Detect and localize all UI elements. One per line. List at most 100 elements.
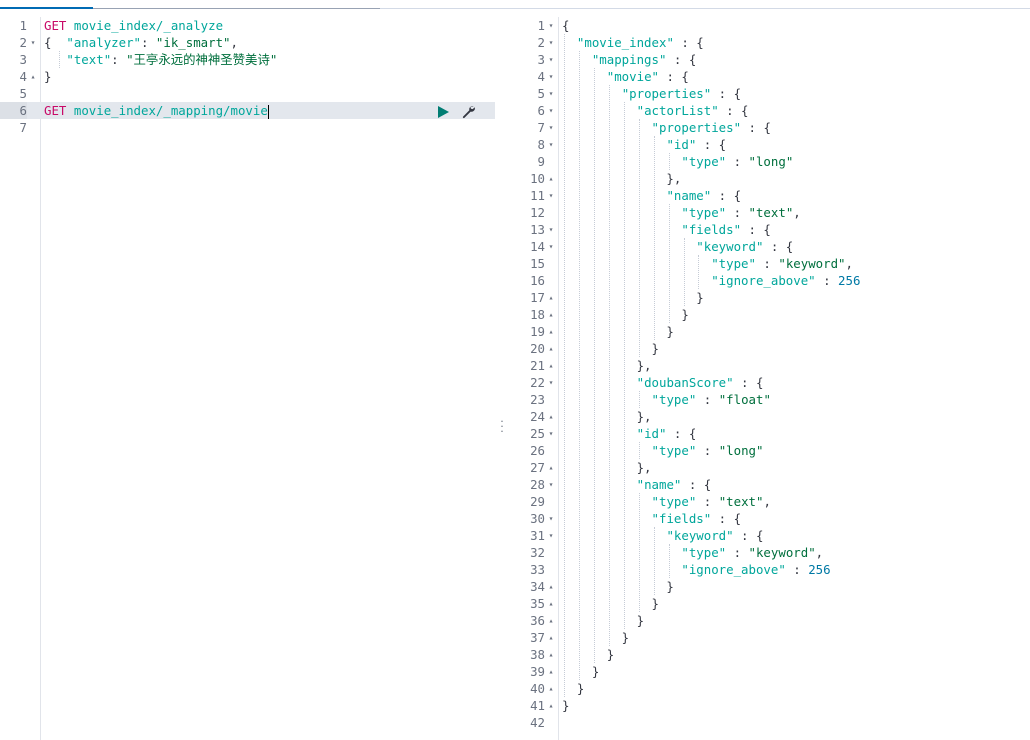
response-line[interactable]: 34 ▴ } (509, 578, 1030, 595)
response-line[interactable]: 12 "type" : "text", (509, 204, 1030, 221)
response-line[interactable]: 42 (509, 714, 1030, 731)
response-line[interactable]: 27 ▴ }, (509, 459, 1030, 476)
fold-caret-down-icon[interactable]: ▾ (546, 187, 556, 204)
response-line[interactable]: 15 "type" : "keyword", (509, 255, 1030, 272)
request-editor[interactable]: 1 GET movie_index/_analyze 2 ▾ { "analyzer":… (0, 17, 495, 740)
response-line[interactable]: 25 ▾ "id" : { (509, 425, 1030, 442)
response-line[interactable]: 16 "ignore_above" : 256 (509, 272, 1030, 289)
json-key: "keyword" (666, 528, 734, 543)
fold-caret-down-icon[interactable]: ▾ (546, 68, 556, 85)
fold-caret-up-icon[interactable]: ▴ (546, 595, 556, 612)
fold-caret-down-icon[interactable]: ▾ (546, 102, 556, 119)
fold-caret-down-icon[interactable]: ▾ (546, 476, 556, 493)
fold-caret-down-icon[interactable]: ▾ (546, 425, 556, 442)
response-line[interactable]: 41 ▴} (509, 697, 1030, 714)
wrench-icon[interactable] (461, 104, 476, 119)
indent-guide (638, 391, 640, 408)
fold-caret-up-icon[interactable]: ▴ (546, 323, 556, 340)
fold-caret-down-icon[interactable]: ▾ (546, 119, 556, 136)
fold-caret-up-icon[interactable]: ▴ (28, 68, 38, 85)
response-line[interactable]: 18 ▴ } (509, 306, 1030, 323)
response-line[interactable]: 35 ▴ } (509, 595, 1030, 612)
response-line[interactable]: 36 ▴ } (509, 612, 1030, 629)
fold-caret-down-icon[interactable]: ▾ (546, 527, 556, 544)
request-line[interactable]: 7 (0, 119, 495, 136)
request-line[interactable]: 6 GET movie_index/_mapping/movie (0, 102, 495, 119)
fold-caret-down-icon[interactable]: ▾ (546, 85, 556, 102)
json-key: "ignore_above" (681, 562, 786, 577)
response-line[interactable]: 4 ▾ "movie" : { (509, 68, 1030, 85)
line-number: 1 (19, 18, 27, 33)
response-line[interactable]: 3 ▾ "mappings" : { (509, 51, 1030, 68)
response-line[interactable]: 14 ▾ "keyword" : { (509, 238, 1030, 255)
response-line[interactable]: 32 "type" : "keyword", (509, 544, 1030, 561)
panel-resizer[interactable]: · · · (495, 17, 509, 740)
response-viewer[interactable]: 1 ▾{2 ▾ "movie_index" : {3 ▾ "mappings" : {… (509, 17, 1030, 740)
fold-caret-down-icon[interactable]: ▾ (28, 34, 38, 51)
fold-caret-down-icon[interactable]: ▾ (546, 51, 556, 68)
response-line[interactable]: 11 ▾ "name" : { (509, 187, 1030, 204)
fold-caret-up-icon[interactable]: ▴ (546, 357, 556, 374)
line-number: 8 (537, 137, 545, 152)
fold-caret-up-icon[interactable]: ▴ (546, 663, 556, 680)
response-line[interactable]: 21 ▴ }, (509, 357, 1030, 374)
response-line[interactable]: 38 ▴ } (509, 646, 1030, 663)
response-line[interactable]: 31 ▾ "keyword" : { (509, 527, 1030, 544)
response-line[interactable]: 22 ▾ "doubanScore" : { (509, 374, 1030, 391)
fold-caret-up-icon[interactable]: ▴ (546, 459, 556, 476)
fold-caret-up-icon[interactable]: ▴ (546, 408, 556, 425)
response-line[interactable]: 10 ▴ }, (509, 170, 1030, 187)
code-text: } (562, 289, 703, 306)
fold-caret-up-icon[interactable]: ▴ (546, 170, 556, 187)
punctuation (562, 52, 592, 67)
fold-caret-up-icon[interactable]: ▴ (546, 306, 556, 323)
response-line[interactable]: 1 ▾ { (509, 17, 1030, 34)
fold-caret-up-icon[interactable]: ▴ (546, 578, 556, 595)
fold-caret-up-icon[interactable]: ▴ (546, 289, 556, 306)
code-text: "actorList" : { (562, 102, 749, 119)
response-line[interactable]: 2 ▾ "movie_index" : { (509, 34, 1030, 51)
response-line[interactable]: 29 "type" : "text", (509, 493, 1030, 510)
fold-caret-up-icon[interactable]: ▴ (546, 697, 556, 714)
response-line[interactable]: 28 ▾ "name" : { (509, 476, 1030, 493)
response-line[interactable]: 23 "type" : "float" (509, 391, 1030, 408)
indent-guide (564, 34, 565, 697)
response-line[interactable]: 6 ▾ "actorList" : { (509, 102, 1030, 119)
response-line[interactable]: 33 "ignore_above" : 256 (509, 561, 1030, 578)
response-line[interactable]: 37 ▴ } (509, 629, 1030, 646)
fold-caret-up-icon[interactable]: ▴ (546, 340, 556, 357)
fold-caret-down-icon[interactable]: ▾ (546, 34, 556, 51)
fold-caret-down-icon[interactable]: ▾ (546, 374, 556, 391)
punctuation: } (44, 69, 52, 84)
fold-caret-down-icon[interactable]: ▾ (546, 136, 556, 153)
response-line[interactable]: 39 ▴ } (509, 663, 1030, 680)
response-line[interactable]: 17 ▴ } (509, 289, 1030, 306)
fold-caret-up-icon[interactable]: ▴ (546, 680, 556, 697)
response-line[interactable]: 8 ▾ "id" : { (509, 136, 1030, 153)
fold-caret-down-icon[interactable]: ▾ (546, 17, 556, 34)
request-line[interactable]: 4 ▴} (0, 68, 495, 85)
fold-caret-up-icon[interactable]: ▴ (546, 612, 556, 629)
code-text: "ignore_above" : 256 (562, 561, 830, 578)
request-line[interactable]: 1 GET movie_index/_analyze (0, 17, 495, 34)
response-line[interactable]: 7 ▾ "properties" : { (509, 119, 1030, 136)
response-line[interactable]: 5 ▾ "properties" : { (509, 85, 1030, 102)
response-line[interactable]: 9 "type" : "long" (509, 153, 1030, 170)
response-line[interactable]: 30 ▾ "fields" : { (509, 510, 1030, 527)
fold-caret-up-icon[interactable]: ▴ (546, 646, 556, 663)
fold-caret-up-icon[interactable]: ▴ (546, 629, 556, 646)
request-line[interactable]: 5 (0, 85, 495, 102)
response-line[interactable]: 20 ▴ } (509, 340, 1030, 357)
response-line[interactable]: 13 ▾ "fields" : { (509, 221, 1030, 238)
request-line[interactable]: 3 "text": "王亭永远的神神圣赞美诗" (0, 51, 495, 68)
fold-caret-down-icon[interactable]: ▾ (546, 221, 556, 238)
punctuation: } (562, 647, 615, 662)
fold-caret-down-icon[interactable]: ▾ (546, 238, 556, 255)
fold-caret-down-icon[interactable]: ▾ (546, 510, 556, 527)
response-line[interactable]: 24 ▴ }, (509, 408, 1030, 425)
response-line[interactable]: 19 ▴ } (509, 323, 1030, 340)
response-line[interactable]: 26 "type" : "long" (509, 442, 1030, 459)
response-line[interactable]: 40 ▴ } (509, 680, 1030, 697)
play-icon[interactable] (438, 106, 449, 118)
request-line[interactable]: 2 ▾ { "analyzer": "ik_smart", (0, 34, 495, 51)
